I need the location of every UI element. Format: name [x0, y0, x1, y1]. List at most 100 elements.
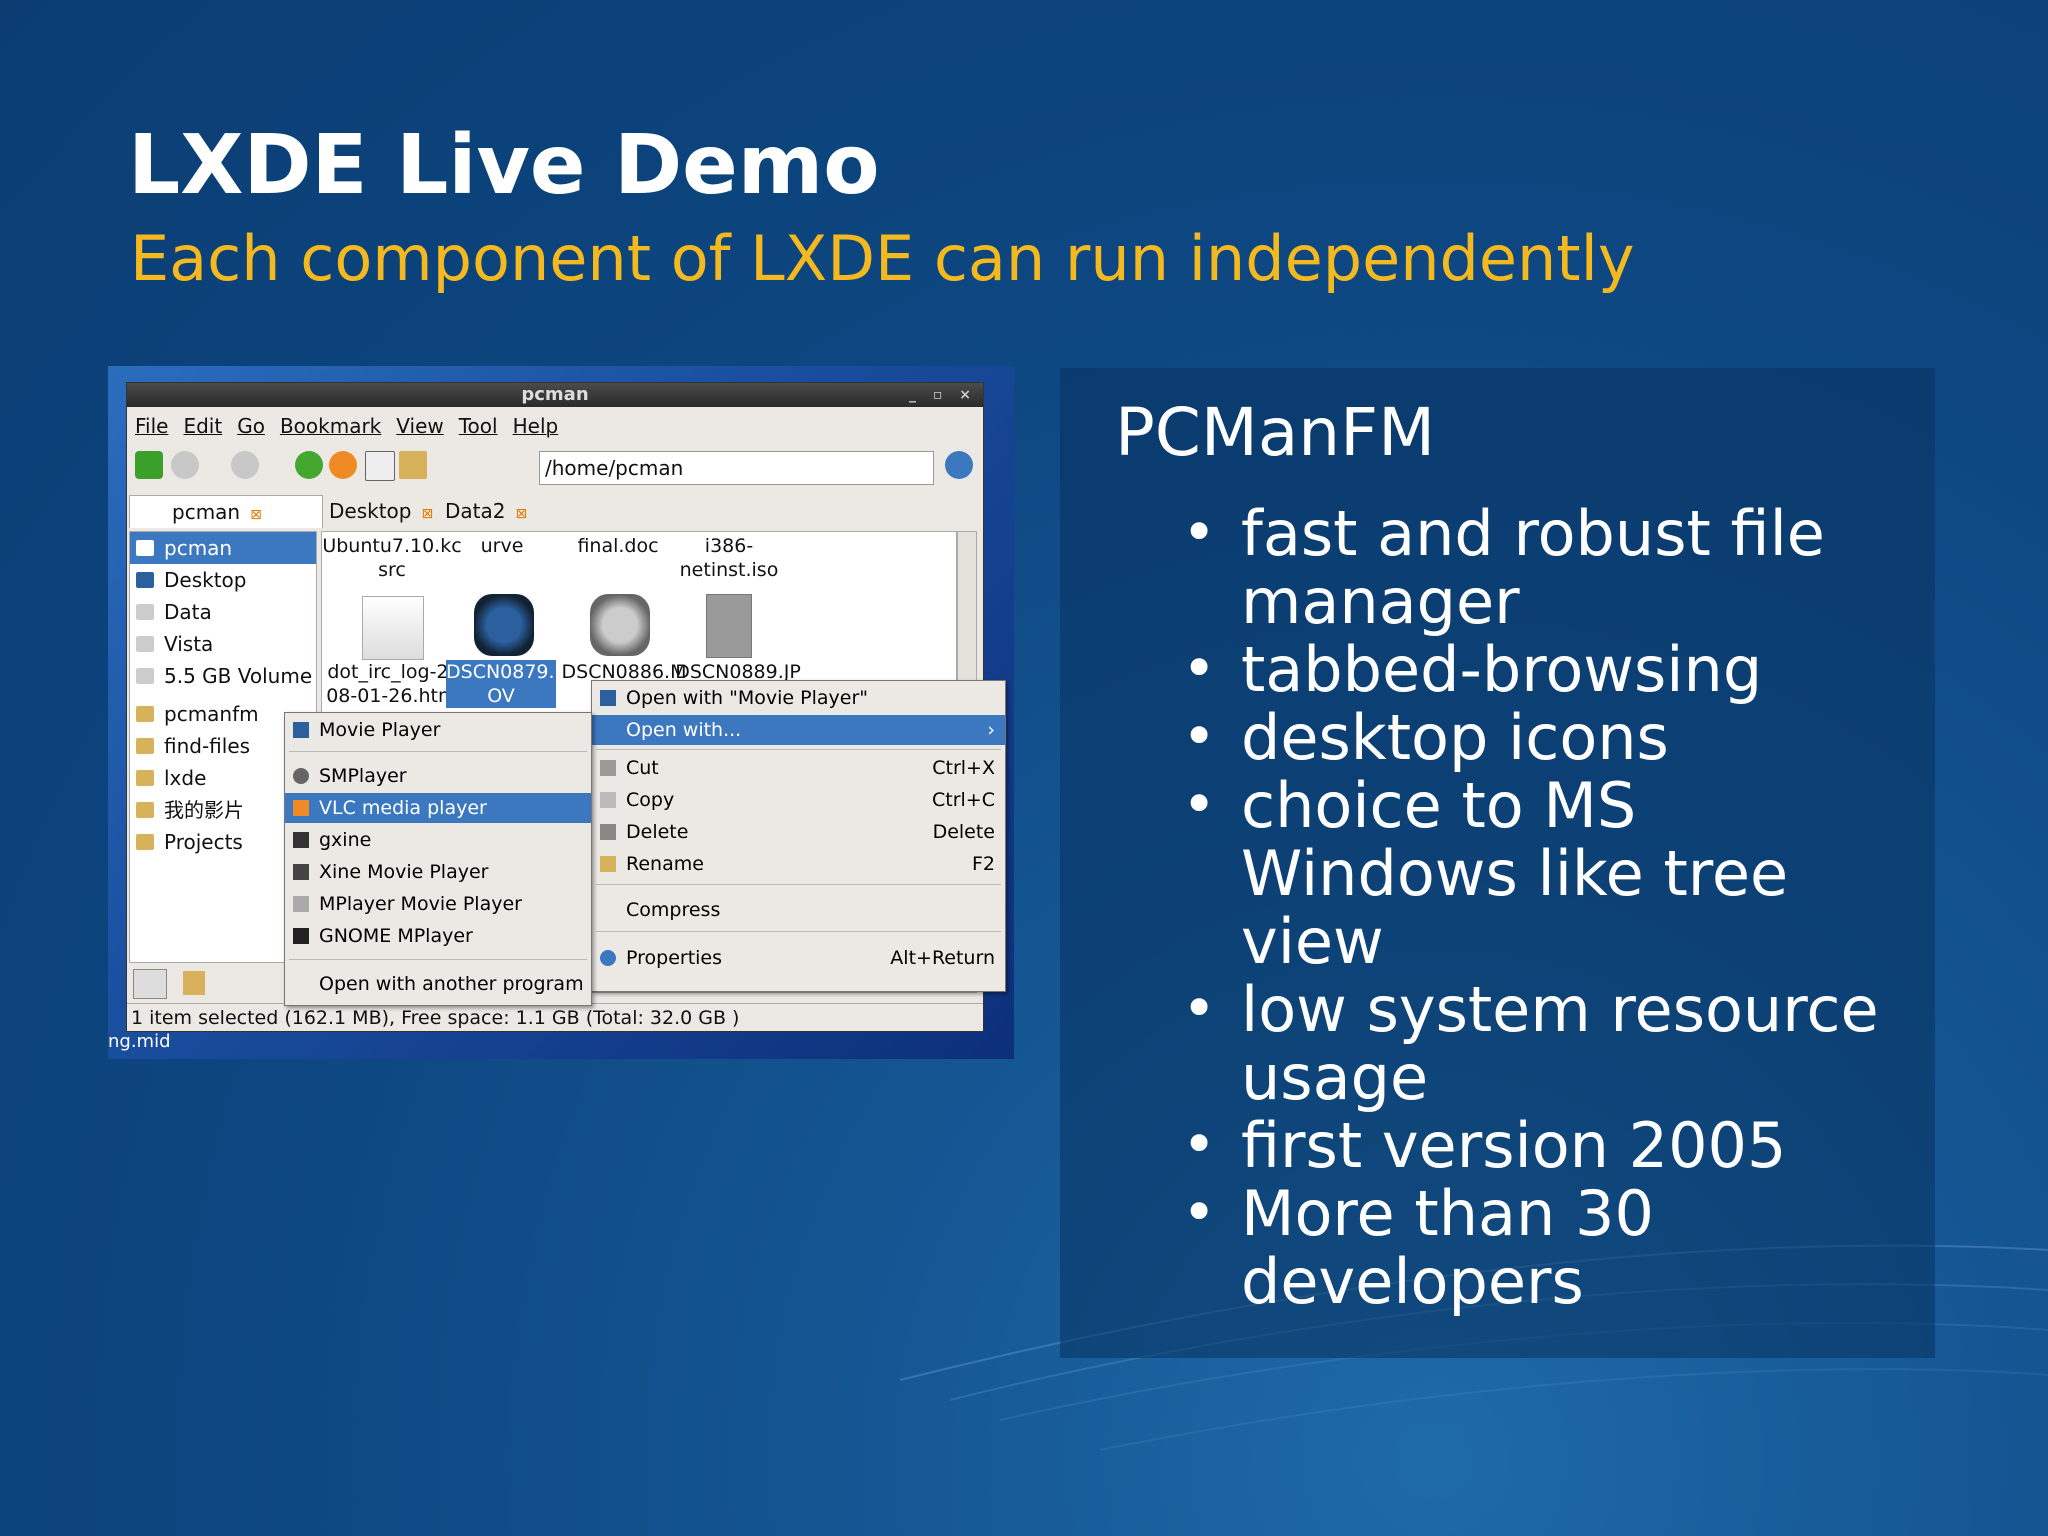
- home-icon[interactable]: [365, 451, 395, 481]
- tab-bar: pcman ⊠ Desktop ⊠ Data2 ⊠: [127, 493, 983, 528]
- menu-bookmark[interactable]: Bookmark: [280, 414, 381, 438]
- shortcut-label: Ctrl+C: [932, 789, 995, 811]
- copy-icon: [600, 792, 616, 808]
- menu-cut[interactable]: Cut Ctrl+X: [592, 753, 1005, 783]
- app-vlc[interactable]: VLC media player: [285, 793, 591, 823]
- menu-separator: [596, 931, 1001, 932]
- app-label: MPlayer Movie Player: [319, 893, 522, 915]
- places-item-vista[interactable]: Vista: [130, 628, 316, 660]
- app-label: GNOME MPlayer: [319, 925, 473, 947]
- reload-icon[interactable]: [329, 451, 357, 479]
- window-titlebar: pcman _ ▫ ×: [127, 383, 983, 407]
- video-file-icon[interactable]: [474, 594, 534, 656]
- forward-icon[interactable]: [231, 451, 259, 479]
- drive-icon: [136, 636, 154, 652]
- app-label: gxine: [319, 829, 372, 851]
- file-item[interactable]: dot_irc_log-20 08-01-26.html: [324, 660, 464, 708]
- new-tab-icon[interactable]: [135, 451, 163, 479]
- app-label: SMPlayer: [319, 765, 407, 787]
- close-tab-icon[interactable]: ⊠: [515, 506, 527, 522]
- tree-toggle-icon[interactable]: [183, 971, 205, 995]
- menu-separator: [596, 884, 1001, 885]
- shortcut-label: F2: [971, 853, 995, 875]
- app-mplayer[interactable]: MPlayer Movie Player: [285, 889, 591, 919]
- menu-properties[interactable]: Properties Alt+Return: [592, 943, 1005, 973]
- menu-compress[interactable]: Compress: [592, 895, 1005, 925]
- folder-icon: [136, 802, 154, 818]
- app-other-program[interactable]: Open with another program: [285, 969, 591, 999]
- feature-list: fast and robust file manager tabbed-brow…: [1115, 498, 1915, 1316]
- xine-icon: [293, 864, 309, 880]
- menu-help[interactable]: Help: [513, 414, 559, 438]
- menu-go[interactable]: Go: [237, 414, 265, 438]
- toolbar: /home/pcman: [127, 445, 983, 487]
- menu-open-with-default[interactable]: Open with "Movie Player": [592, 683, 1005, 713]
- panel-title: PCManFM: [1115, 394, 1436, 471]
- menu-separator: [289, 751, 587, 752]
- feature-item: desktop icons: [1115, 702, 1915, 772]
- menu-label: Open with...: [626, 719, 742, 741]
- tab-label: Desktop: [329, 499, 412, 523]
- feature-item: More than 30 developers: [1115, 1178, 1915, 1316]
- home-icon: [136, 540, 154, 556]
- go-icon[interactable]: [945, 451, 973, 479]
- places-item-data[interactable]: Data: [130, 596, 316, 628]
- folder-icon: [136, 834, 154, 850]
- feature-item: fast and robust file manager: [1115, 498, 1915, 636]
- trash-icon: [600, 824, 616, 840]
- rename-icon: [600, 856, 616, 872]
- file-item[interactable]: i386-netinst.iso: [664, 534, 794, 582]
- movie-player-icon: [600, 690, 616, 706]
- desktop-icon: [136, 572, 154, 588]
- places-item-desktop[interactable]: Desktop: [130, 564, 316, 596]
- app-gnome-mplayer[interactable]: GNOME MPlayer: [285, 921, 591, 951]
- menu-delete[interactable]: Delete Delete: [592, 817, 1005, 847]
- menu-label: Delete: [626, 821, 689, 843]
- vlc-icon: [293, 800, 309, 816]
- tab-data2[interactable]: Data2 ⊠: [403, 495, 527, 527]
- folder-icon: [136, 738, 154, 754]
- menu-file[interactable]: File: [135, 414, 168, 438]
- places-item-pcman[interactable]: pcman: [130, 532, 316, 564]
- app-movie-player[interactable]: Movie Player: [285, 715, 591, 745]
- scissors-icon: [600, 760, 616, 776]
- shortcut-label: Ctrl+X: [932, 757, 995, 779]
- app-gxine[interactable]: gxine: [285, 825, 591, 855]
- place-label: Vista: [164, 632, 214, 656]
- app-xine[interactable]: Xine Movie Player: [285, 857, 591, 887]
- feature-item: low system resource usage: [1115, 974, 1915, 1112]
- menu-label: Copy: [626, 789, 675, 811]
- menu-edit[interactable]: Edit: [183, 414, 222, 438]
- video-file-icon[interactable]: [590, 594, 650, 656]
- window-title: pcman: [521, 384, 589, 405]
- feature-item: choice to MS Windows like tree view: [1115, 770, 1915, 976]
- menu-separator: [596, 749, 1001, 750]
- menu-label: Properties: [626, 947, 723, 969]
- menu-separator: [289, 959, 587, 960]
- menu-open-with[interactable]: Open with... ›: [592, 715, 1005, 745]
- places-item-volume[interactable]: 5.5 GB Volume: [130, 660, 316, 692]
- up-icon[interactable]: [295, 451, 323, 479]
- menu-label: Compress: [626, 899, 721, 921]
- location-input[interactable]: /home/pcman: [539, 451, 934, 485]
- status-bar: 1 item selected (162.1 MB), Free space: …: [127, 1003, 983, 1031]
- html-file-icon[interactable]: [362, 596, 424, 660]
- shortcut-label: Alt+Return: [890, 947, 995, 969]
- window-controls[interactable]: _ ▫ ×: [909, 383, 977, 407]
- places-toggle-icon[interactable]: [133, 969, 167, 999]
- file-item-selected[interactable]: DSCN0879.M OV: [446, 660, 571, 708]
- menu-tool[interactable]: Tool: [459, 414, 498, 438]
- gnome-mplayer-icon: [293, 928, 309, 944]
- folder-icon[interactable]: [399, 451, 427, 479]
- image-file-icon[interactable]: [706, 594, 752, 658]
- back-icon[interactable]: [171, 451, 199, 479]
- menu-bar: File Edit Go Bookmark View Tool Help: [127, 409, 983, 443]
- menu-view[interactable]: View: [396, 414, 443, 438]
- menu-rename[interactable]: Rename F2: [592, 849, 1005, 879]
- close-tab-icon[interactable]: ⊠: [250, 507, 262, 523]
- app-smplayer[interactable]: SMPlayer: [285, 761, 591, 791]
- tab-label: pcman: [172, 500, 241, 524]
- tab-label: Data2: [445, 499, 506, 523]
- info-icon: [600, 950, 616, 966]
- menu-copy[interactable]: Copy Ctrl+C: [592, 785, 1005, 815]
